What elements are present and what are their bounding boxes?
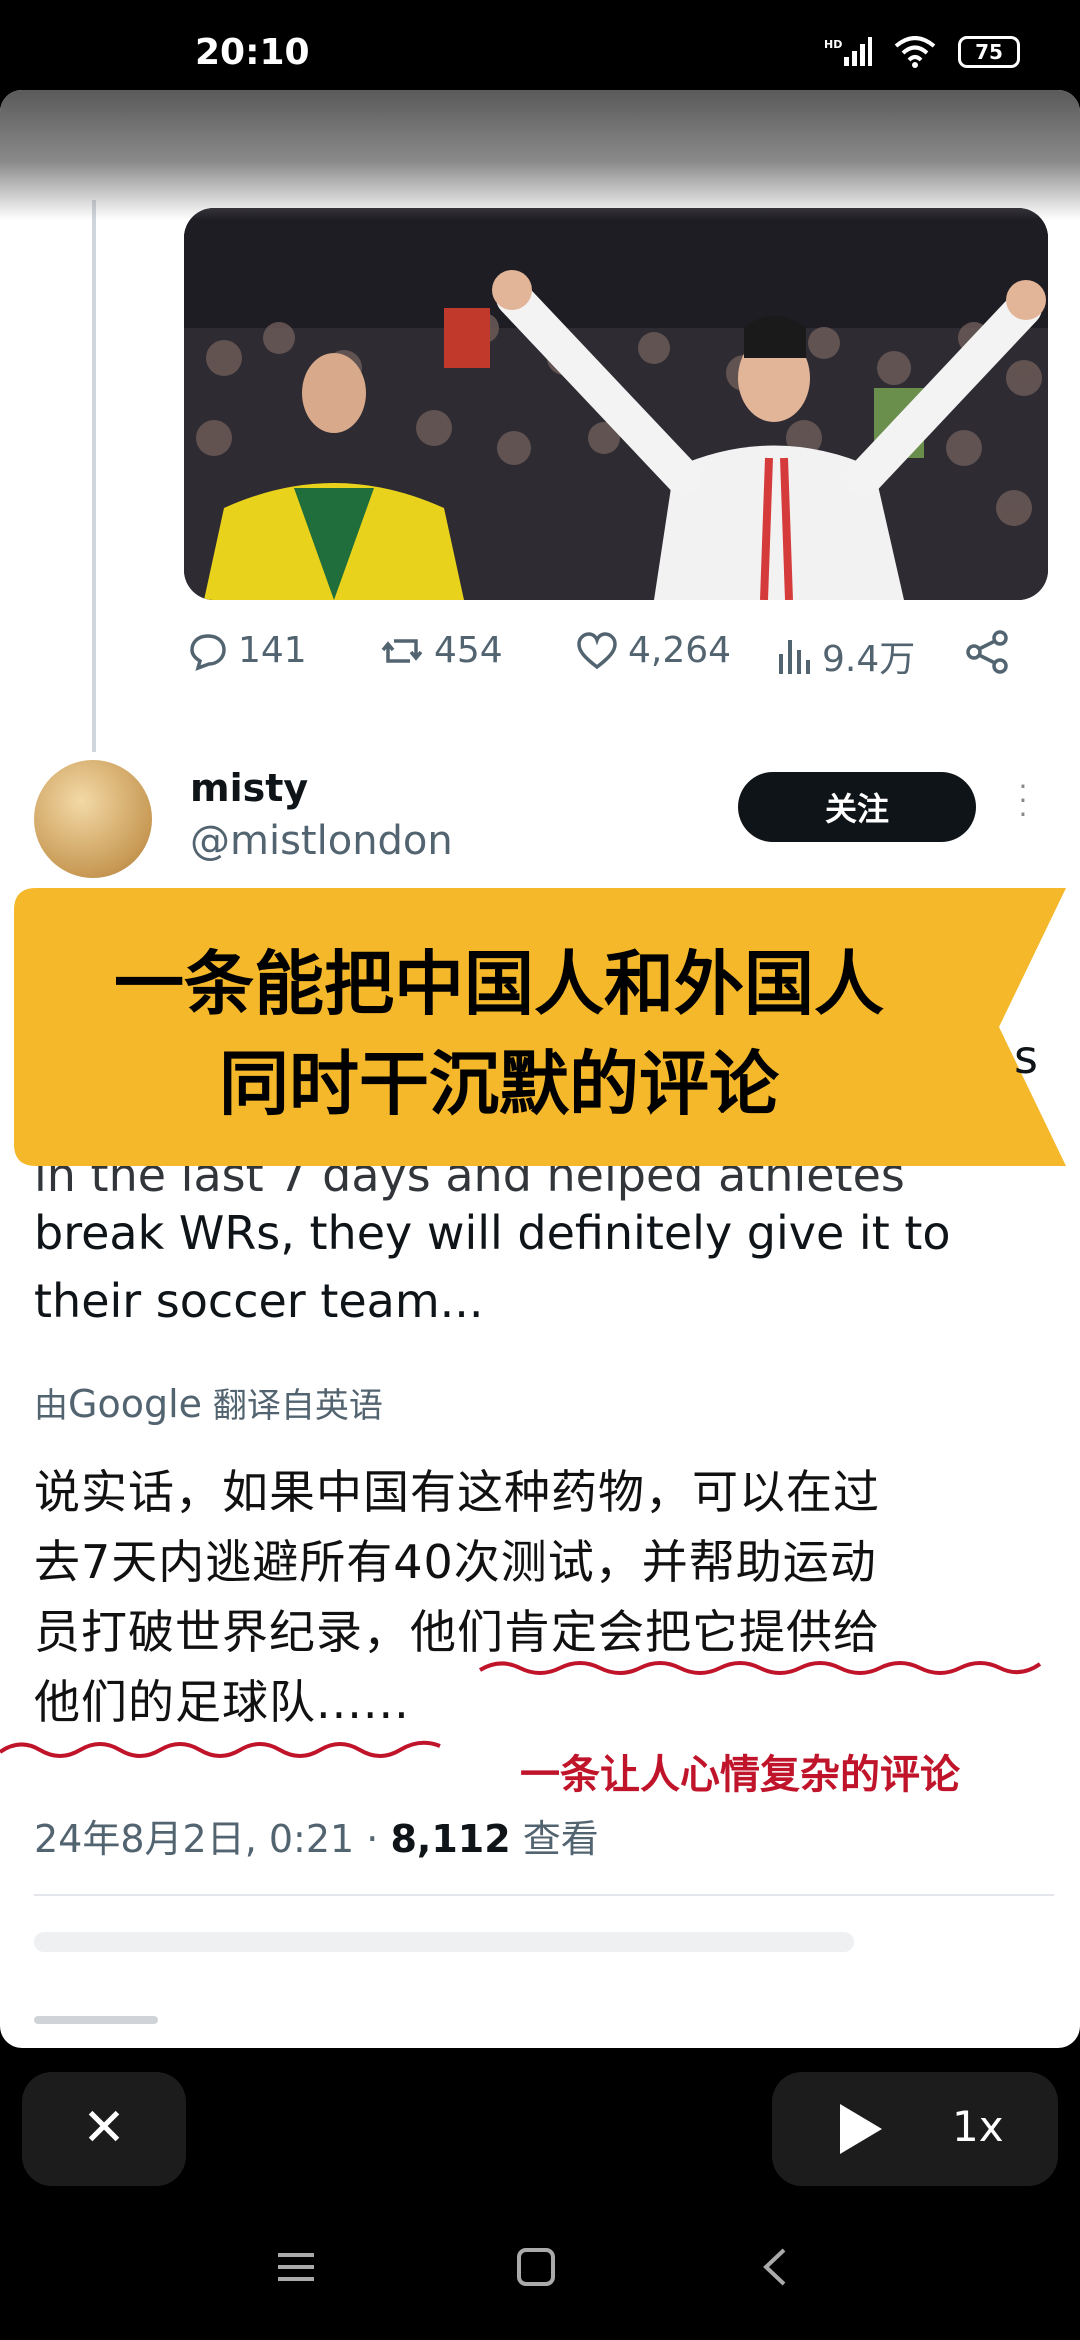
nav-back-button[interactable]: [756, 2240, 796, 2300]
tweet-card: 141 454 4,264 9.4万 misty @mistlondon 关注 …: [0, 90, 1080, 2048]
home-square-icon: [517, 2248, 555, 2286]
playback-controls: 1x: [772, 2072, 1058, 2186]
like-action[interactable]: 4,264: [576, 630, 731, 671]
translated-line-2: 去7天内逃避所有40次测试，并帮助运动: [34, 1535, 877, 1589]
video-progress-bar[interactable]: [34, 2016, 158, 2024]
wifi-icon: [894, 36, 936, 68]
status-time: 20:10: [195, 32, 310, 73]
tweet-views: 8,112: [390, 1817, 511, 1861]
menu-icon: [278, 2253, 314, 2281]
translation-suffix: 翻译自英语: [212, 1386, 383, 1426]
banner-line-1: 一条能把中国人和外国人: [114, 943, 884, 1025]
more-options-icon[interactable]: · · ·: [1010, 773, 1036, 830]
like-count: 4,264: [628, 630, 732, 671]
heart-icon: [577, 631, 617, 669]
divider: [34, 1894, 1054, 1896]
retweet-action[interactable]: 454: [380, 630, 503, 671]
views-count: 9.4万: [822, 639, 916, 680]
tweet-meta: 24年8月2日, 0:21 · 8,112 查看: [34, 1808, 599, 1863]
retweet-icon: [381, 638, 423, 663]
banner-line-2: 同时干沉默的评论: [219, 1043, 779, 1125]
podium-image: [184, 208, 1048, 600]
translation-note[interactable]: 由Google 翻译自英语: [34, 1378, 383, 1427]
status-icons: HD 75: [824, 36, 1020, 68]
views-action[interactable]: 9.4万: [776, 630, 915, 682]
close-button[interactable]: ✕: [22, 2072, 186, 2186]
top-fade-overlay: [0, 90, 1080, 220]
reply-count: 141: [238, 630, 307, 671]
reply-icon: [190, 633, 226, 671]
views-chart-icon: [779, 640, 810, 674]
nav-home-button[interactable]: [516, 2240, 556, 2300]
faded-stats-row: [34, 1932, 854, 1952]
tweet-actions: 141 454 4,264 9.4万: [188, 630, 1018, 680]
reply-action[interactable]: 141: [188, 630, 307, 671]
playback-speed-button[interactable]: 1x: [952, 2102, 1004, 2151]
user-handle[interactable]: @mistlondon: [190, 818, 453, 864]
translated-line-1: 说实话，如果中国有这种药物，可以在过: [34, 1465, 880, 1519]
battery-level: 75: [975, 40, 1003, 64]
close-icon: ✕: [82, 2098, 126, 2158]
user-display-name[interactable]: misty: [190, 766, 308, 810]
views-label: 查看: [510, 1817, 599, 1861]
battery-icon: 75: [958, 36, 1020, 68]
thread-line: [92, 200, 96, 752]
translation-prefix: 由: [34, 1386, 68, 1426]
nav-menu-button[interactable]: [276, 2240, 316, 2300]
share-icon: [966, 630, 1008, 674]
clipped-text-tail: s: [1014, 1030, 1038, 1084]
google-logo: Google: [68, 1382, 203, 1426]
original-line-3: their soccer team...: [34, 1274, 484, 1328]
avatar[interactable]: [34, 760, 152, 878]
share-action[interactable]: [966, 630, 1010, 674]
caption-banner: 一条能把中国人和外国人 同时干沉默的评论 s: [14, 888, 1066, 1166]
svg-text:HD: HD: [824, 38, 842, 51]
follow-button[interactable]: 关注: [738, 772, 976, 842]
tweet-date: 24年8月2日, 0:21 ·: [34, 1817, 391, 1861]
retweet-count: 454: [434, 630, 503, 671]
play-icon[interactable]: [836, 2102, 884, 2156]
back-icon: [763, 2248, 786, 2286]
tweet-photo[interactable]: [184, 208, 1048, 600]
status-bar: 20:10 HD 75: [0, 0, 1080, 90]
signal-icon: HD: [824, 37, 872, 66]
original-line-2: break WRs, they will definitely give it …: [34, 1206, 951, 1260]
red-annotation: 一条让人心情复杂的评论: [520, 1752, 960, 1798]
